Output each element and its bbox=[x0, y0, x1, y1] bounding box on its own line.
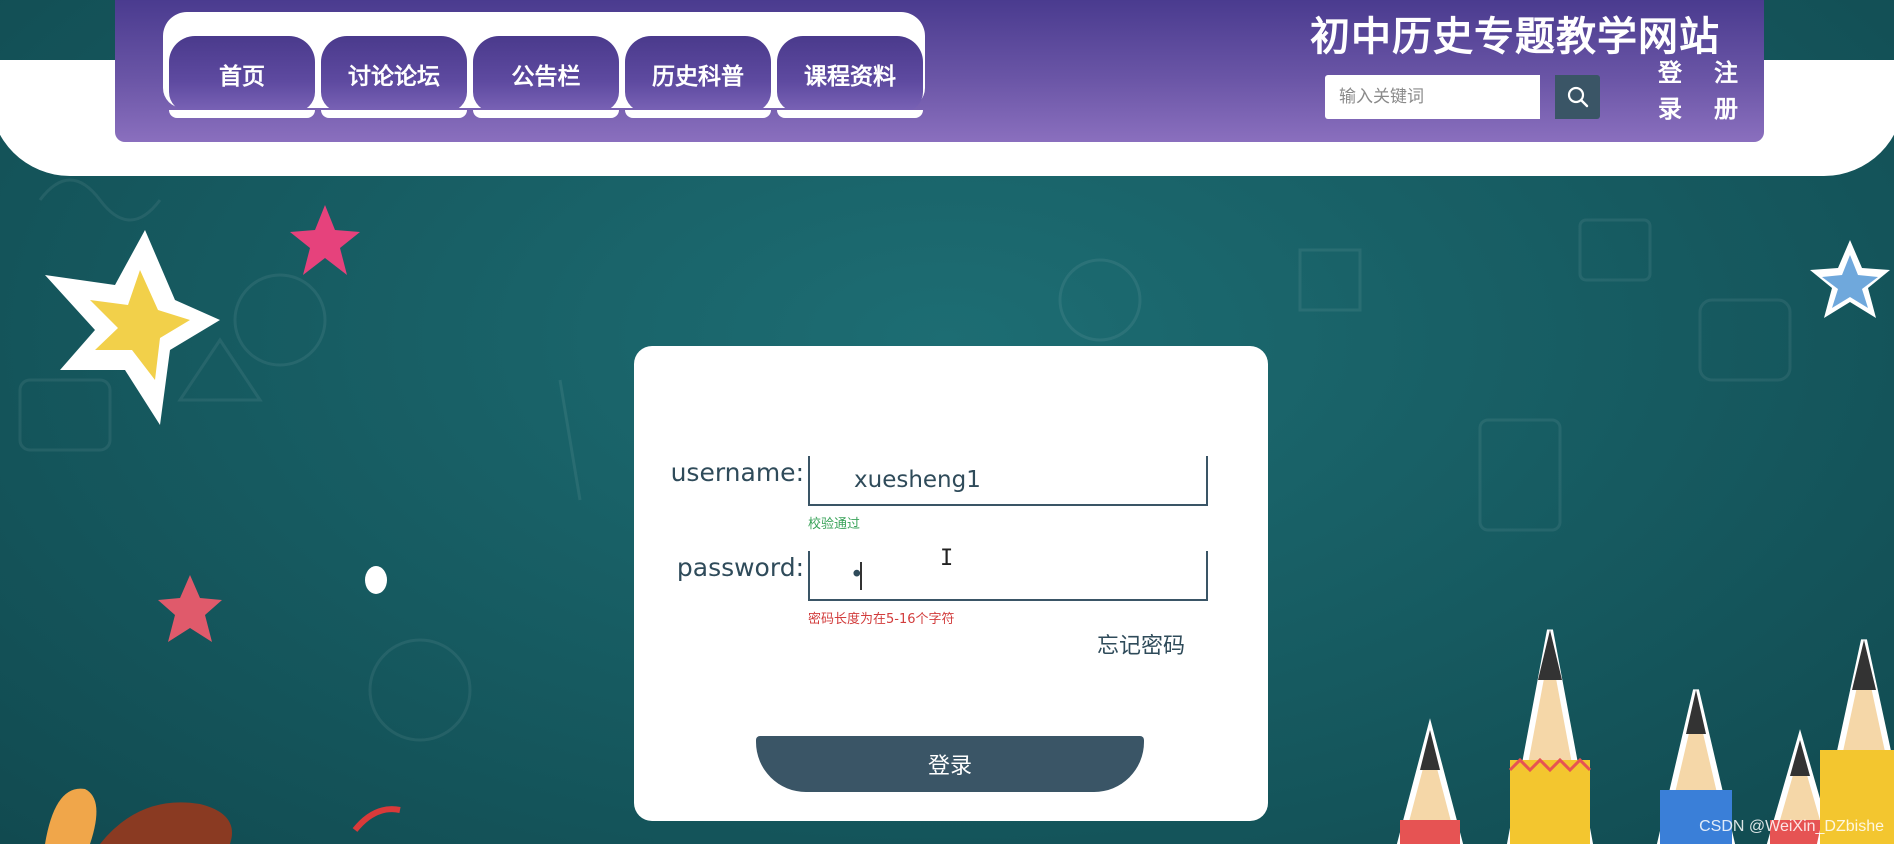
site-title: 初中历史专题教学网站 bbox=[1310, 14, 1720, 60]
character-hair-decoration bbox=[100, 802, 232, 844]
password-input[interactable] bbox=[808, 551, 1208, 601]
login-link[interactable]: 登录 bbox=[1652, 55, 1688, 127]
nav-item-course-materials[interactable]: 课程资料 bbox=[777, 36, 923, 118]
username-validation-message: 校验通过 bbox=[808, 517, 861, 532]
login-card: username: 校验通过 password: I 密码长度为在5-16个字符… bbox=[634, 346, 1268, 821]
username-label: username: bbox=[670, 458, 804, 487]
password-validation-message: 密码长度为在5-16个字符 bbox=[808, 612, 955, 627]
search-input[interactable] bbox=[1325, 75, 1540, 119]
text-caret bbox=[860, 562, 862, 590]
pink-star-decoration bbox=[290, 205, 360, 275]
star-decoration bbox=[45, 230, 220, 425]
red-star-decoration bbox=[158, 575, 222, 642]
forgot-password-link[interactable]: 忘记密码 bbox=[1097, 628, 1185, 660]
search-button[interactable] bbox=[1555, 75, 1600, 119]
watermark: CSDN @WeiXin_DZbishe bbox=[1699, 818, 1884, 835]
login-submit-button[interactable]: 登录 bbox=[756, 736, 1144, 792]
nav-item-forum[interactable]: 讨论论坛 bbox=[321, 36, 467, 118]
nav-item-history-science[interactable]: 历史科普 bbox=[625, 36, 771, 118]
pencils-illustration bbox=[1396, 629, 1894, 844]
register-link[interactable]: 注册 bbox=[1708, 55, 1744, 127]
username-input[interactable] bbox=[808, 456, 1208, 506]
ibeam-cursor-icon: I bbox=[940, 546, 954, 571]
character-hand-decoration bbox=[45, 788, 97, 844]
nav-item-announcements[interactable]: 公告栏 bbox=[473, 36, 619, 118]
main-nav: 首页 讨论论坛 公告栏 历史科普 课程资料 bbox=[163, 12, 925, 118]
top-header: 首页 讨论论坛 公告栏 历史科普 课程资料 初中历史专题教学网站 登录 注册 bbox=[115, 0, 1764, 142]
nav-item-home[interactable]: 首页 bbox=[169, 36, 315, 118]
search-icon bbox=[1567, 86, 1588, 108]
password-label: password: bbox=[676, 553, 804, 582]
